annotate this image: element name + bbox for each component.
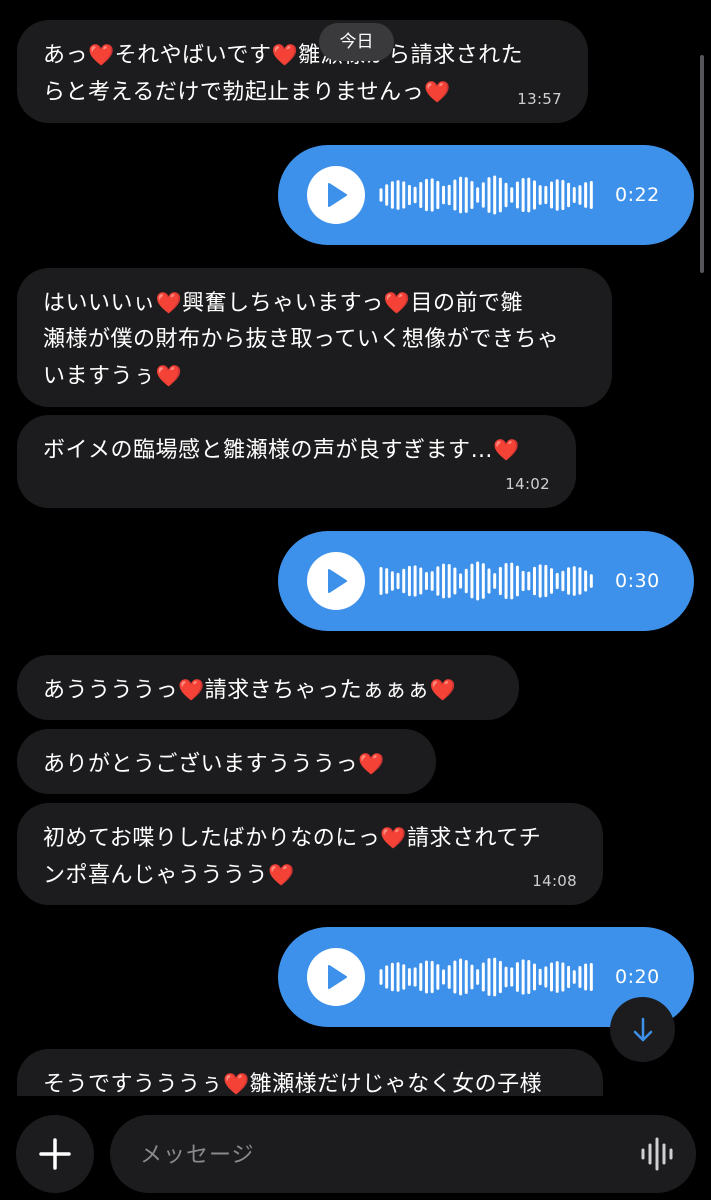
voice-duration: 0:30 — [615, 570, 660, 592]
message-bubble-incoming[interactable]: あっ❤️それやばいです❤️雛瀬様から請求された らと考えるだけで勃起止まりませんっ… — [17, 20, 588, 123]
message-text: あっ❤️それやばいです❤️雛瀬様から請求された らと考えるだけで勃起止まりませんっ… — [43, 43, 524, 105]
date-separator: 今日 — [319, 23, 394, 61]
waveform[interactable] — [379, 951, 595, 1003]
heart-emoji: ❤️ — [380, 826, 407, 850]
heart-emoji: ❤️ — [178, 678, 205, 702]
play-button[interactable] — [307, 948, 365, 1006]
message-bubble-incoming[interactable]: ボイメの臨場感と雛瀬様の声が良すぎます…❤️ 14:02 — [17, 415, 576, 508]
heart-emoji: ❤️ — [429, 678, 457, 702]
scrollbar[interactable] — [700, 55, 704, 273]
message-text: ありがとうございますうううっ❤️ — [43, 752, 385, 777]
heart-emoji: ❤️ — [223, 1072, 250, 1096]
heart-emoji: ❤️ — [268, 863, 295, 887]
message-timestamp: 14:08 — [532, 872, 577, 890]
attach-button[interactable] — [16, 1115, 94, 1193]
voice-message-outgoing[interactable]: 0:30 — [278, 531, 694, 631]
play-button[interactable] — [307, 166, 365, 224]
message-input[interactable] — [138, 1115, 612, 1195]
message-bubble-incoming[interactable]: あううううっ❤️請求きちゃったぁぁぁ❤️ — [17, 655, 519, 720]
heart-emoji: ❤️ — [424, 80, 451, 104]
message-bubble-incoming[interactable]: はいいいぃ❤️興奮しちゃいますっ❤️目の前で雛 瀬様が僕の財布から抜き取っていく想… — [17, 268, 612, 407]
plus-icon — [39, 1138, 71, 1170]
heart-emoji: ❤️ — [493, 438, 520, 462]
message-bubble-incoming[interactable]: 初めてお喋りしたばかりなのにっ❤️請求されてチ ンポ喜んじゃうううう❤️ 14:0… — [17, 803, 603, 905]
message-timestamp: 13:57 — [517, 90, 562, 108]
arrow-down-icon — [633, 1017, 653, 1042]
voice-duration: 0:20 — [615, 966, 660, 988]
play-icon — [328, 965, 347, 989]
heart-emoji: ❤️ — [155, 364, 183, 388]
heart-emoji: ❤️ — [88, 43, 115, 67]
play-button[interactable] — [307, 552, 365, 610]
voice-message-outgoing[interactable]: 0:22 — [278, 145, 694, 245]
heart-emoji: ❤️ — [155, 291, 183, 315]
play-icon — [328, 183, 347, 207]
voice-duration: 0:22 — [615, 184, 660, 206]
waveform[interactable] — [379, 555, 595, 607]
voice-waveform-icon[interactable] — [640, 1137, 674, 1171]
waveform[interactable] — [379, 169, 595, 221]
heart-emoji: ❤️ — [383, 291, 411, 315]
message-text: あううううっ❤️請求きちゃったぁぁぁ❤️ — [43, 678, 457, 703]
heart-emoji: ❤️ — [271, 43, 299, 67]
message-bubble-incoming[interactable]: ありがとうございますうううっ❤️ — [17, 729, 436, 794]
message-text: 初めてお喋りしたばかりなのにっ❤️請求されてチ ンポ喜んじゃうううう❤️ — [43, 826, 542, 888]
play-icon — [328, 569, 347, 593]
scroll-to-bottom-button[interactable] — [610, 997, 675, 1062]
message-input-container[interactable] — [110, 1115, 696, 1195]
message-text: ボイメの臨場感と雛瀬様の声が良すぎます…❤️ — [43, 438, 520, 463]
message-timestamp: 14:02 — [505, 475, 550, 493]
heart-emoji: ❤️ — [358, 752, 385, 776]
message-text: はいいいぃ❤️興奮しちゃいますっ❤️目の前で雛 瀬様が僕の財布から抜き取っていく想… — [43, 291, 560, 389]
